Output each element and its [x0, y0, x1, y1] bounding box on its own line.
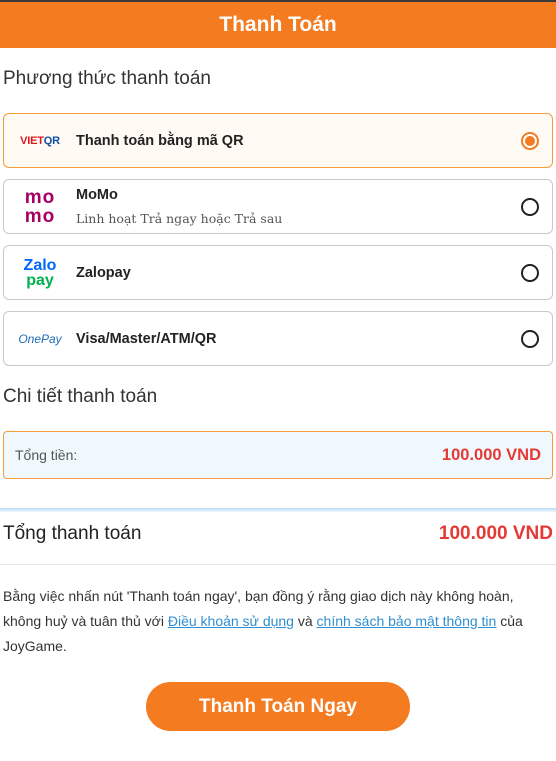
terms-and: và [297, 613, 313, 629]
zalopay-logo-text-b: pay [26, 271, 54, 289]
subtotal-value: 100.000 VND [441, 445, 541, 464]
terms-of-use-link[interactable]: Điều khoản sử dụng [168, 613, 294, 629]
privacy-policy-link[interactable]: chính sách bảo mật thông tin [317, 613, 497, 629]
method-momo[interactable]: mo mo MoMo Linh hoạt Trả ngay hoặc Trả s… [3, 179, 553, 234]
method-name: Visa/Master/ATM/QR [76, 330, 217, 347]
section-divider [0, 508, 556, 512]
method-name: Zalopay [76, 264, 131, 281]
vietqr-logo: VIETQR [4, 114, 76, 167]
total-divider [0, 564, 556, 565]
payment-details-title: Chi tiết thanh toán [3, 386, 158, 407]
method-name: Thanh toán bằng mã QR [76, 132, 244, 149]
momo-logo: mo mo [4, 180, 76, 233]
zalopay-logo: Zalo pay [4, 246, 76, 299]
method-name: MoMo [76, 187, 118, 203]
radio-zalopay[interactable] [521, 263, 539, 282]
payment-methods-title: Phương thức thanh toán [3, 68, 211, 89]
total-label: Tổng thanh toán [3, 523, 142, 544]
momo-logo-text-a: mo [24, 186, 56, 208]
page-title: Thanh Toán [219, 13, 337, 36]
method-onepay[interactable]: OnePay Visa/Master/ATM/QR [3, 311, 553, 366]
pay-now-button[interactable]: Thanh Toán Ngay [146, 682, 410, 731]
radio-onepay[interactable] [521, 329, 539, 348]
header-bar: Thanh Toán [0, 0, 556, 48]
vietqr-logo-text-a: VIET [20, 134, 44, 147]
total-row: Tổng thanh toán 100.000 VND [3, 523, 553, 545]
method-vietqr[interactable]: VIETQR Thanh toán bằng mã QR [3, 113, 553, 168]
onepay-logo: OnePay [4, 312, 76, 365]
vietqr-logo-text-b: QR [43, 134, 60, 147]
momo-logo-text-b: mo [24, 205, 56, 227]
onepay-logo-text: OnePay [18, 331, 62, 346]
payment-detail-row: Tổng tiền: 100.000 VND [3, 431, 553, 479]
method-subtitle: Linh hoạt Trả ngay hoặc Trả sau [76, 211, 283, 226]
zalopay-logo-text-a: Zalo [23, 256, 57, 274]
radio-momo[interactable] [521, 197, 539, 216]
total-value: 100.000 VND [438, 523, 553, 544]
radio-vietqr[interactable] [521, 131, 539, 150]
method-zalopay[interactable]: Zalo pay Zalopay [3, 245, 553, 300]
terms-notice: Bằng việc nhấn nút 'Thanh toán ngay', bạ… [3, 584, 548, 659]
subtotal-label: Tổng tiền: [15, 447, 78, 463]
